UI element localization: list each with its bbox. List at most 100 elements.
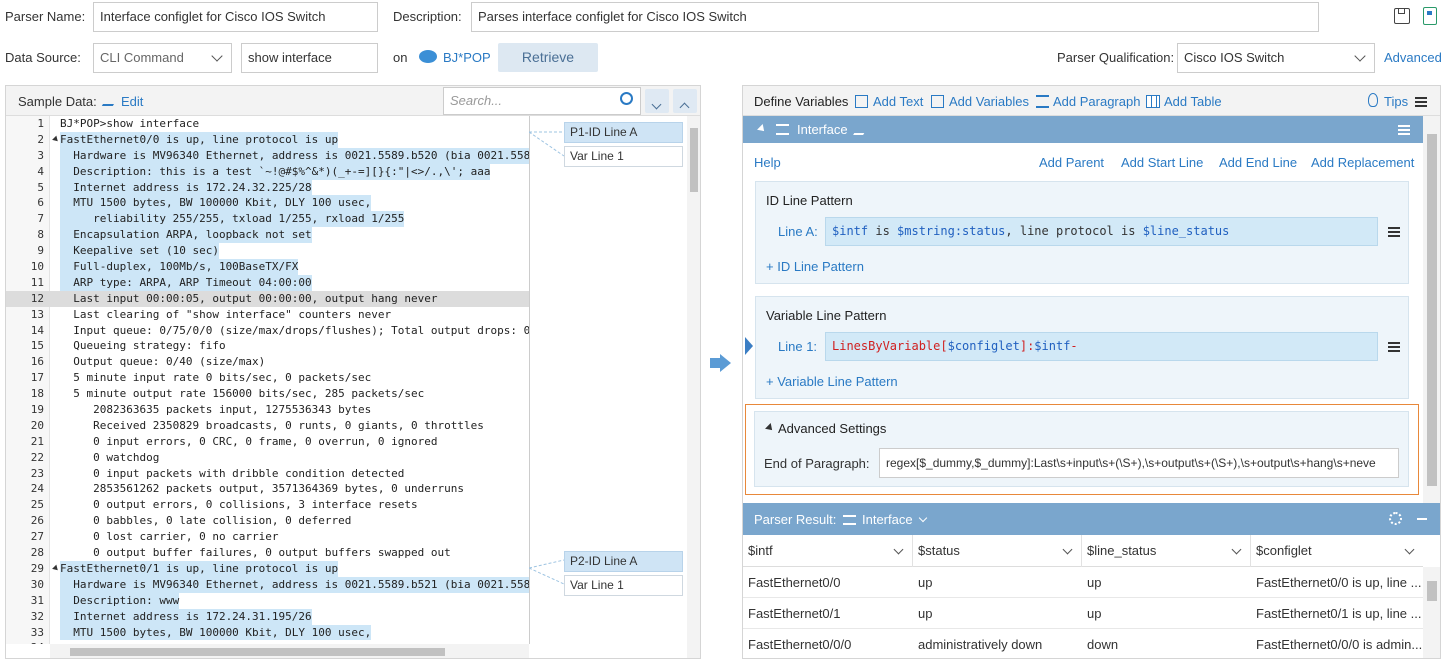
column-header-intf[interactable]: $intf: [743, 535, 913, 567]
interface-bar[interactable]: Interface: [743, 116, 1423, 143]
prev-match-button[interactable]: [673, 89, 697, 113]
search-icon[interactable]: [620, 92, 633, 105]
code-line[interactable]: 20 Received 2350829 broadcasts, 0 runts,…: [6, 418, 529, 434]
device-link[interactable]: BJ*POP: [443, 50, 491, 65]
add-parent-link[interactable]: Add Parent: [1039, 155, 1104, 170]
vertical-scrollbar[interactable]: [687, 116, 700, 658]
minimize-icon[interactable]: [1417, 518, 1427, 520]
add-end-line-link[interactable]: Add End Line: [1219, 155, 1297, 170]
add-paragraph-button[interactable]: Add Paragraph: [1053, 94, 1140, 109]
code-line[interactable]: 15 Queueing strategy: fifo: [6, 338, 529, 354]
gear-icon[interactable]: [1389, 512, 1402, 525]
next-match-button[interactable]: [645, 89, 669, 113]
data-source-select[interactable]: CLI Command: [93, 43, 232, 73]
code-line[interactable]: 30 Hardware is MV96340 Ethernet, address…: [6, 576, 529, 593]
interface-menu-icon[interactable]: [1398, 125, 1410, 135]
code-line[interactable]: 11 ARP type: ARPA, ARP Timeout 04:00:00: [6, 274, 529, 291]
code-line[interactable]: 5 Internet address is 172.24.32.225/28: [6, 179, 529, 196]
collapse-icon[interactable]: [765, 423, 775, 433]
variable-line-menu-icon[interactable]: [1388, 342, 1400, 352]
tag-var-line-2[interactable]: Var Line 1: [564, 575, 683, 596]
table-row[interactable]: FastEthernet0/1 up up FastEthernet0/1 is up…: [743, 598, 1423, 629]
id-line-menu-icon[interactable]: [1388, 227, 1400, 237]
table-cell: FastEthernet0/0/0: [748, 637, 852, 652]
command-input[interactable]: show interface: [241, 43, 378, 73]
end-of-paragraph-input[interactable]: regex[$_dummy,$_dummy]:Last\s+input\s+(\…: [879, 448, 1399, 478]
code-line[interactable]: 21 0 input errors, 0 CRC, 0 frame, 0 ove…: [6, 434, 529, 450]
code-line[interactable]: 17 5 minute input rate 0 bits/sec, 0 pac…: [6, 370, 529, 386]
menu-icon[interactable]: [1415, 97, 1427, 107]
save-icon[interactable]: [1394, 8, 1410, 24]
line-number: 32: [30, 609, 44, 623]
tag-p1-id-line[interactable]: P1-ID Line A: [564, 122, 683, 143]
code-line[interactable]: 23 0 input packets with dribble conditio…: [6, 466, 529, 482]
code-line[interactable]: 25 0 output errors, 0 collisions, 3 inte…: [6, 497, 529, 513]
code-line[interactable]: 14 Input queue: 0/75/0/0 (size/max/drops…: [6, 323, 529, 339]
fold-icon[interactable]: [52, 135, 60, 144]
code-line[interactable]: 8 Encapsulation ARPA, loopback not set: [6, 227, 529, 244]
code-line[interactable]: 26 0 babbles, 0 late collision, 0 deferr…: [6, 513, 529, 529]
table-row[interactable]: FastEthernet0/0 up up FastEthernet0/0 is up…: [743, 567, 1423, 598]
add-start-line-link[interactable]: Add Start Line: [1121, 155, 1203, 170]
code-line[interactable]: 3 Hardware is MV96340 Ethernet, address …: [6, 147, 529, 164]
add-text-button[interactable]: Add Text: [873, 94, 923, 109]
result-scroll-thumb[interactable]: [1427, 581, 1437, 601]
id-line-input[interactable]: $intf is $mstring:status, line protocol …: [825, 217, 1378, 246]
code-line[interactable]: 9 Keepalive set (10 sec): [6, 243, 529, 260]
edit-link[interactable]: Edit: [121, 94, 143, 109]
column-header-status[interactable]: $status: [913, 535, 1082, 567]
add-variable-line-pattern[interactable]: + Variable Line Pattern: [766, 374, 898, 389]
tips-link[interactable]: Tips: [1384, 94, 1408, 109]
search-input[interactable]: Search...: [443, 87, 641, 115]
code-line[interactable]: 19 2082363635 packets input, 1275536343 …: [6, 402, 529, 418]
table-row[interactable]: FastEthernet0/0/0 administratively down do…: [743, 629, 1423, 658]
code-line[interactable]: 13 Last clearing of "show interface" cou…: [6, 307, 529, 323]
code-line[interactable]: 12 Last input 00:00:05, output 00:00:00,…: [6, 290, 529, 307]
code-line[interactable]: 10 Full-duplex, 100Mb/s, 100BaseTX/FX: [6, 259, 529, 275]
description-input[interactable]: Parses interface configlet for Cisco IOS…: [471, 2, 1319, 32]
column-header-configlet[interactable]: $configlet: [1251, 535, 1423, 567]
add-table-button[interactable]: Add Table: [1164, 94, 1222, 109]
help-link[interactable]: Help: [754, 155, 781, 170]
define-scroll-thumb[interactable]: [1427, 134, 1437, 486]
code-line[interactable]: 4 Description: this is a test `~!@#$%^&*…: [6, 163, 529, 180]
code-line[interactable]: 1 BJ*POP>show interface: [6, 116, 529, 132]
code-line[interactable]: 2 FastEthernet0/0 is up, line protocol is…: [6, 131, 529, 148]
edit-icon[interactable]: [853, 125, 869, 135]
result-scrollbar[interactable]: [1423, 567, 1440, 658]
code-line[interactable]: 28 0 output buffer failures, 0 output bu…: [6, 545, 529, 561]
column-header-line-status[interactable]: $line_status: [1082, 535, 1251, 567]
code-line[interactable]: 27 0 lost carrier, 0 no carrier: [6, 529, 529, 545]
collapse-icon[interactable]: [757, 124, 767, 134]
code-line[interactable]: 32 Internet address is 172.24.31.195/26: [6, 608, 529, 625]
code-line[interactable]: 31 Description: www: [6, 592, 529, 609]
horizontal-scrollbar[interactable]: [50, 644, 529, 658]
hscroll-thumb[interactable]: [70, 648, 445, 656]
result-selector[interactable]: Interface: [862, 512, 913, 527]
code-line[interactable]: 24 2853561262 packets output, 3571364369…: [6, 481, 529, 497]
code-line[interactable]: 18 5 minute output rate 156000 bits/sec,…: [6, 386, 529, 402]
retrieve-button[interactable]: Retrieve: [498, 43, 598, 72]
code-line[interactable]: 6 MTU 1500 bytes, BW 100000 Kbit, DLY 10…: [6, 195, 529, 212]
parser-name-input[interactable]: Interface configlet for Cisco IOS Switch: [93, 2, 378, 32]
sample-code[interactable]: 1 BJ*POP>show interface 2 FastEthernet0/0 i…: [6, 116, 529, 644]
define-scrollbar[interactable]: [1423, 116, 1440, 503]
fold-icon[interactable]: [52, 564, 60, 573]
end-of-paragraph-label: End of Paragraph:: [764, 456, 870, 471]
tag-p2-id-line[interactable]: P2-ID Line A: [564, 551, 683, 572]
qualification-select[interactable]: Cisco IOS Switch: [1177, 43, 1375, 73]
code-line[interactable]: 29 FastEthernet0/1 is up, line protocol i…: [6, 560, 529, 577]
code-line[interactable]: 33 MTU 1500 bytes, BW 100000 Kbit, DLY 1…: [6, 624, 529, 641]
scroll-thumb[interactable]: [690, 128, 698, 192]
variable-line-input[interactable]: LinesByVariable[$configlet]:$intf-: [825, 332, 1378, 361]
add-variables-button[interactable]: Add Variables: [949, 94, 1029, 109]
advanced-link[interactable]: Advanced: [1384, 50, 1441, 65]
add-replacement-link[interactable]: Add Replacement: [1311, 155, 1414, 170]
code-line[interactable]: 22 0 watchdog: [6, 450, 529, 466]
code-line[interactable]: 16 Output queue: 0/40 (size/max): [6, 354, 529, 370]
tag-var-line-1[interactable]: Var Line 1: [564, 146, 683, 167]
chevron-down-icon[interactable]: [918, 513, 928, 523]
add-id-line-pattern[interactable]: + ID Line Pattern: [766, 259, 864, 274]
code-line[interactable]: 7 reliability 255/255, txload 1/255, rxl…: [6, 211, 529, 228]
save-as-icon[interactable]: [1423, 7, 1437, 25]
